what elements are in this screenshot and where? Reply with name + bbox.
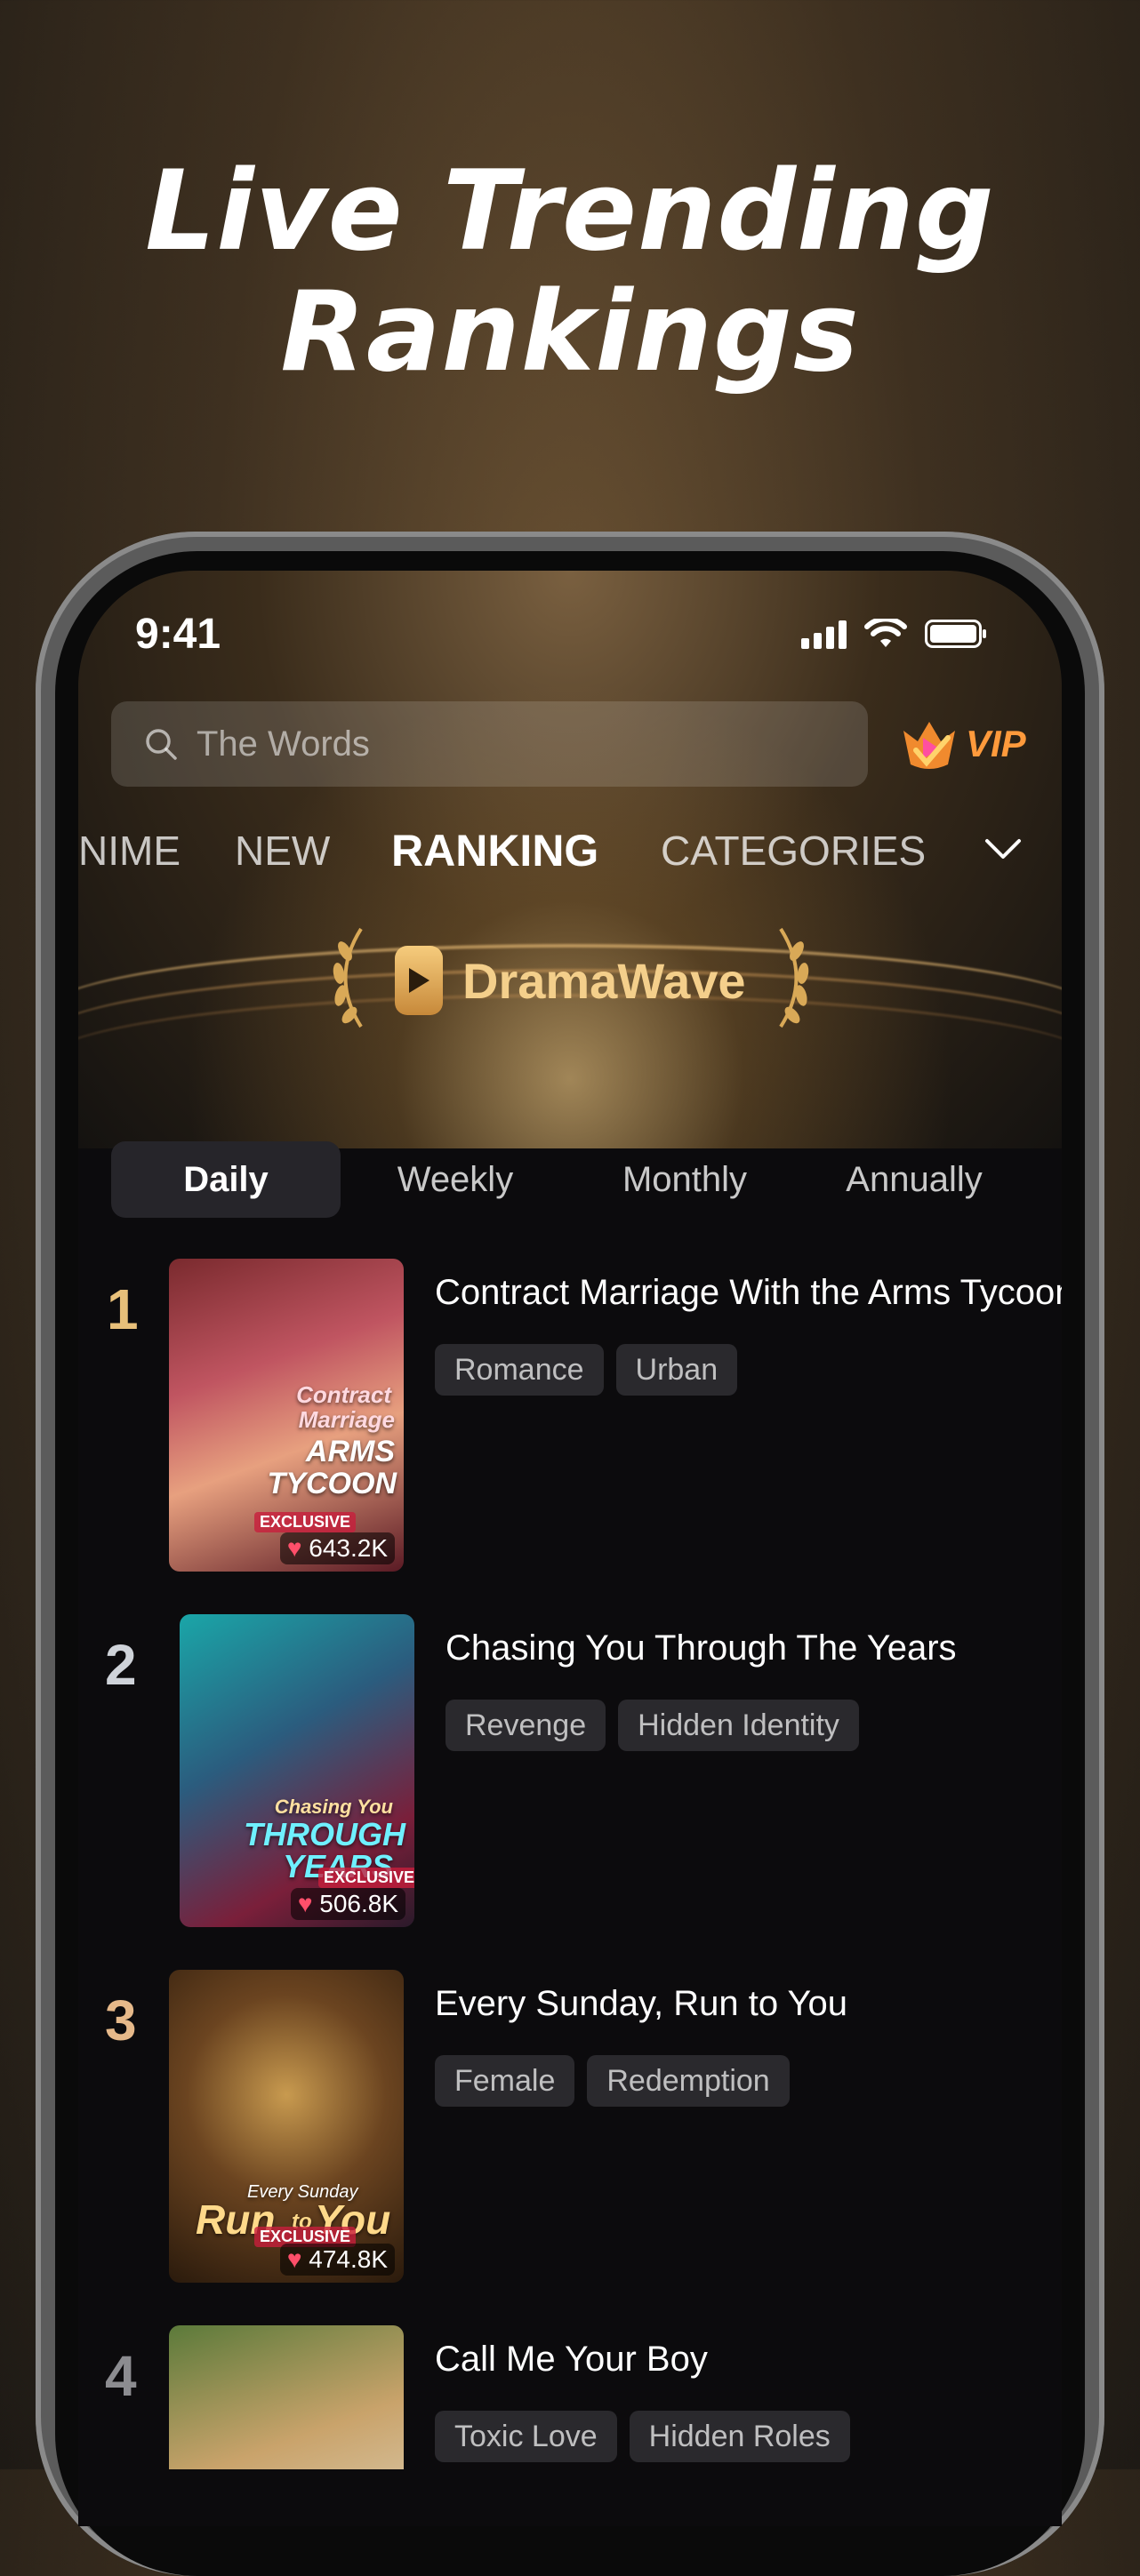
poster-title-text: TYCOON [267, 1467, 397, 1500]
promo-headline: Live Trending Rankings [0, 151, 1140, 393]
view-count-value: 506.8K [319, 1890, 398, 1917]
status-icons [801, 619, 986, 649]
tab-weekly[interactable]: Weekly [341, 1141, 570, 1218]
view-count-value: 474.8K [309, 2245, 388, 2273]
tag-list: Revenge Hidden Identity [446, 1700, 859, 1751]
tag-list: Toxic Love Hidden Roles [435, 2411, 850, 2462]
laurel-right-icon [779, 927, 809, 1028]
view-count: ♥ 474.8K [279, 2244, 395, 2276]
crown-play-icon [903, 722, 955, 769]
tab-daily[interactable]: Daily [111, 1141, 341, 1218]
item-title[interactable]: Contract Marriage With the Arms Tycoon [435, 1273, 1062, 1313]
laurel-left-icon [333, 927, 363, 1028]
poster-thumbnail[interactable]: Contract Marriage ARMS TYCOON EXCLUSIVE … [169, 1259, 404, 1572]
tag-chip[interactable]: Romance [435, 1344, 604, 1396]
tab-ranking[interactable]: RANKING [391, 825, 598, 876]
tag-chip[interactable]: Hidden Identity [618, 1700, 859, 1751]
top-tabs: NIME NEW RANKING CATEGORIES [78, 825, 1062, 880]
exclusive-badge: EXCLUSIVE [318, 1868, 414, 1888]
brand-name: DramaWave [462, 952, 746, 1009]
ranking-item[interactable]: 2 Chasing You THROUGH YEARS EXCLUSIVE ♥ … [78, 1614, 1062, 1934]
ranking-item[interactable]: 3 Every Sunday Run to You EXCLUSIVE ♥ 47… [78, 1970, 1062, 2290]
tag-chip[interactable]: Female [435, 2055, 575, 2107]
tab-monthly[interactable]: Monthly [570, 1141, 799, 1218]
tag-chip[interactable]: Revenge [446, 1700, 606, 1751]
tab-categories[interactable]: CATEGORIES [661, 827, 926, 875]
chevron-down-icon[interactable] [983, 836, 1023, 862]
poster-title-text: THROUGH [244, 1816, 405, 1852]
rank-number: 2 [105, 1633, 137, 1697]
tag-chip[interactable]: Hidden Roles [629, 2411, 850, 2462]
tag-chip[interactable]: Redemption [587, 2055, 790, 2107]
poster-title-text: Chasing You [274, 1796, 393, 1818]
play-logo-icon [395, 946, 443, 1015]
rank-number: 3 [105, 1988, 137, 2052]
poster-thumbnail[interactable]: Chasing You THROUGH YEARS EXCLUSIVE ♥ 50… [180, 1614, 414, 1927]
tag-list: Female Redemption [435, 2055, 790, 2107]
search-icon [146, 729, 177, 760]
ranking-item[interactable]: 4 Call Me Your Boy Toxic Love Hidden Rol… [78, 2325, 1062, 2469]
battery-icon [925, 620, 986, 648]
cellular-signal-icon [801, 619, 847, 649]
flame-icon: ♥ [297, 1890, 313, 1917]
vip-button[interactable]: VIP [896, 711, 1026, 777]
flame-icon: ♥ [286, 2245, 302, 2273]
ranking-item[interactable]: 1 Contract Marriage ARMS TYCOON EXCLUSIV… [78, 1259, 1062, 1579]
rank-number: 4 [105, 2344, 137, 2408]
poster-thumbnail[interactable]: Every Sunday Run to You EXCLUSIVE ♥ 474.… [169, 1970, 404, 2283]
poster-title-text: Marriage [298, 1406, 395, 1433]
tag-chip[interactable]: Toxic Love [435, 2411, 617, 2462]
poster-thumbnail[interactable] [169, 2325, 404, 2469]
view-count: ♥ 643.2K [279, 1532, 395, 1564]
headline-line-2: Rankings [280, 268, 860, 396]
headline-line-1: Live Trending [145, 148, 995, 276]
period-tabs: Daily Weekly Monthly Annually [111, 1141, 1000, 1218]
tag-chip[interactable]: Urban [615, 1344, 738, 1396]
status-time: 9:41 [135, 611, 221, 658]
search-placeholder: The Words [197, 724, 370, 764]
search-bar[interactable]: The Words [111, 701, 868, 787]
vip-label: VIP [966, 723, 1026, 764]
tab-new[interactable]: NEW [235, 827, 330, 875]
poster-title-text: Contract [296, 1381, 391, 1408]
rank-number: 1 [107, 1277, 139, 1341]
brand-logo: DramaWave [395, 946, 746, 1015]
flame-icon: ♥ [286, 1534, 302, 1562]
wifi-icon [864, 619, 907, 647]
view-count-value: 643.2K [309, 1534, 388, 1562]
item-title[interactable]: Call Me Your Boy [435, 2340, 708, 2380]
tab-anime[interactable]: NIME [78, 827, 181, 875]
view-count: ♥ 506.8K [290, 1888, 405, 1920]
tab-annually[interactable]: Annually [799, 1141, 1029, 1218]
item-title[interactable]: Every Sunday, Run to You [435, 1984, 847, 2024]
poster-title-text: ARMS [305, 1435, 395, 1468]
tag-list: Romance Urban [435, 1344, 738, 1396]
exclusive-badge: EXCLUSIVE [254, 1512, 357, 1532]
item-title[interactable]: Chasing You Through The Years [446, 1628, 957, 1668]
